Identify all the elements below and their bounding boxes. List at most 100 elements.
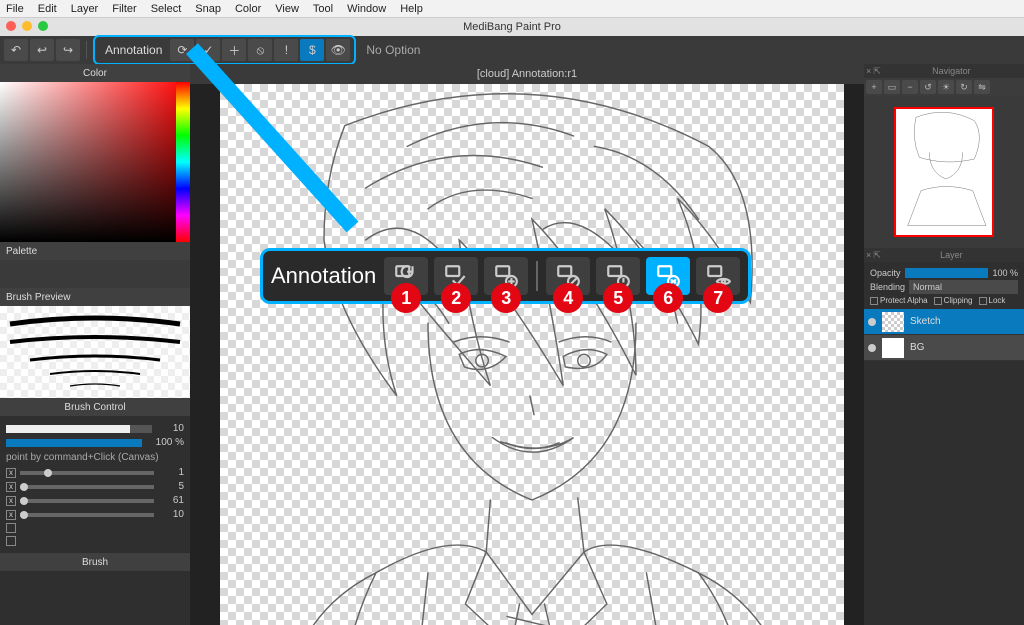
brush-control-title: Brush Control [0, 398, 190, 416]
hue-slider[interactable] [176, 82, 190, 242]
annotation-add-icon[interactable]: 3 [484, 257, 528, 295]
nav-flip-icon[interactable]: ⇋ [974, 80, 990, 94]
menu-tool[interactable]: Tool [313, 3, 333, 15]
badge-7: 7 [703, 283, 733, 313]
palette-area[interactable] [0, 260, 190, 288]
layer-panel: Opacity100 % BlendingNormal Protect Alph… [864, 262, 1024, 625]
nav-zoom-fit-icon[interactable]: ▭ [884, 80, 900, 94]
menu-help[interactable]: Help [400, 3, 423, 15]
navigator-preview[interactable] [864, 96, 1024, 248]
annotation-hide-button[interactable]: ⦸ [248, 39, 272, 61]
annotation-check-icon[interactable]: 2 [434, 257, 478, 295]
sketch-drawing [220, 84, 844, 625]
slider2[interactable]: .bc-th:nth-of-type(2)::after{left:56%} [20, 485, 154, 489]
annotation-refresh-icon[interactable]: 1 [384, 257, 428, 295]
annotation-hide-icon[interactable]: 4 [546, 257, 590, 295]
menu-filter[interactable]: Filter [112, 3, 136, 15]
menu-select[interactable]: Select [151, 3, 182, 15]
redo-button[interactable]: ↪ [56, 39, 80, 61]
slider3[interactable] [20, 499, 154, 503]
badge-4: 4 [553, 283, 583, 313]
layer-name: Sketch [910, 316, 941, 327]
menu-view[interactable]: View [275, 3, 299, 15]
brush-size-value: 10 [158, 423, 184, 434]
badge-3: 3 [491, 283, 521, 313]
brush-hint: point by command+Click (Canvas) [6, 452, 184, 463]
layer-detach-icon[interactable]: ⇱ [873, 250, 881, 261]
callout-separator [536, 261, 538, 291]
color-panel-title: Color [0, 64, 190, 82]
menu-snap[interactable]: Snap [195, 3, 221, 15]
annotation-label: Annotation [99, 41, 168, 59]
right-sidebar: ×⇱ Navigator + ▭ − ↺ ☀ ↻ ⇋ ×⇱ Layer [864, 64, 1024, 625]
no-option-label: No Option [366, 43, 420, 57]
opacity-label: Opacity [870, 268, 901, 278]
menu-file[interactable]: File [6, 3, 24, 15]
slider3-chk[interactable]: x [6, 496, 16, 506]
canvas[interactable] [220, 84, 844, 625]
brush-opacity-track[interactable] [6, 439, 142, 447]
nav-zoom-in-icon[interactable]: + [866, 80, 882, 94]
slider5-chk[interactable] [6, 523, 16, 533]
annotation-sync-icon[interactable]: 6 [646, 257, 690, 295]
brush-panel-title: Brush [0, 553, 190, 571]
menu-layer[interactable]: Layer [71, 3, 99, 15]
nav-close-icon[interactable]: × [866, 66, 871, 77]
nav-rotate-l-icon[interactable]: ↺ [920, 80, 936, 94]
slider1[interactable]: .bc-th[style*='18']::after{left:18%} [20, 471, 154, 475]
window-minimize-button[interactable] [22, 21, 32, 31]
layer-thumb [882, 338, 904, 358]
clipping-checkbox[interactable] [934, 297, 942, 305]
nav-rotate-reset-icon[interactable]: ☀ [938, 80, 954, 94]
window-maximize-button[interactable] [38, 21, 48, 31]
layer-visibility-icon[interactable] [868, 318, 876, 326]
mac-menu-bar: File Edit Layer Filter Select Snap Color… [0, 0, 1024, 18]
layer-item-bg[interactable]: BG [864, 335, 1024, 361]
traffic-lights [6, 21, 48, 31]
slider6-chk[interactable] [6, 536, 16, 546]
annotation-alert-button[interactable]: ! [274, 39, 298, 61]
document-tab[interactable]: [cloud] Annotation:r1 [190, 64, 864, 84]
annotation-view-button[interactable]: 👁 [326, 39, 350, 61]
badge-1: 1 [391, 283, 421, 313]
menu-window[interactable]: Window [347, 3, 386, 15]
annotation-view-icon[interactable]: 7 [696, 257, 740, 295]
badge-6: 6 [653, 283, 683, 313]
annotation-add-button[interactable]: ＋ [222, 39, 246, 61]
layer-item-sketch[interactable]: Sketch [864, 309, 1024, 335]
app-title: MediBang Paint Pro [463, 21, 561, 33]
layer-close-icon[interactable]: × [866, 250, 871, 261]
slider4-chk[interactable]: x [6, 510, 16, 520]
nav-detach-icon[interactable]: ⇱ [873, 66, 881, 77]
annotation-alert-icon[interactable]: 5 [596, 257, 640, 295]
undo-button[interactable]: ↩ [30, 39, 54, 61]
brush-size-track[interactable] [6, 425, 152, 433]
slider1-chk[interactable]: x [6, 468, 16, 478]
callout-label: Annotation [271, 263, 376, 289]
annotation-sync-button[interactable]: $ [300, 39, 324, 61]
layer-visibility-icon[interactable] [868, 344, 876, 352]
brush-preview [0, 306, 190, 398]
badge-2: 2 [441, 283, 471, 313]
palette-panel-title: Palette [0, 242, 190, 260]
protect-alpha-checkbox[interactable] [870, 297, 878, 305]
menu-edit[interactable]: Edit [38, 3, 57, 15]
layer-opacity-slider[interactable] [905, 268, 989, 278]
nav-zoom-out-icon[interactable]: − [902, 80, 918, 94]
protect-alpha-label: Protect Alpha [880, 296, 928, 305]
slider2-chk[interactable]: x [6, 482, 16, 492]
back-button[interactable]: ↶ [4, 39, 28, 61]
nav-rotate-r-icon[interactable]: ↻ [956, 80, 972, 94]
color-picker[interactable] [0, 82, 190, 242]
navigator-toolbar: + ▭ − ↺ ☀ ↻ ⇋ [864, 78, 1024, 96]
lock-checkbox[interactable] [979, 297, 987, 305]
clipping-label: Clipping [944, 296, 973, 305]
brush-control-panel: 10 100 % point by command+Click (Canvas)… [0, 416, 190, 553]
brush-opacity-value: 100 % [148, 437, 184, 448]
brush-preview-title: Brush Preview [0, 288, 190, 306]
slider4[interactable] [20, 513, 154, 517]
lock-label: Lock [989, 296, 1006, 305]
menu-color[interactable]: Color [235, 3, 261, 15]
blending-select[interactable]: Normal [909, 280, 1018, 294]
window-close-button[interactable] [6, 21, 16, 31]
